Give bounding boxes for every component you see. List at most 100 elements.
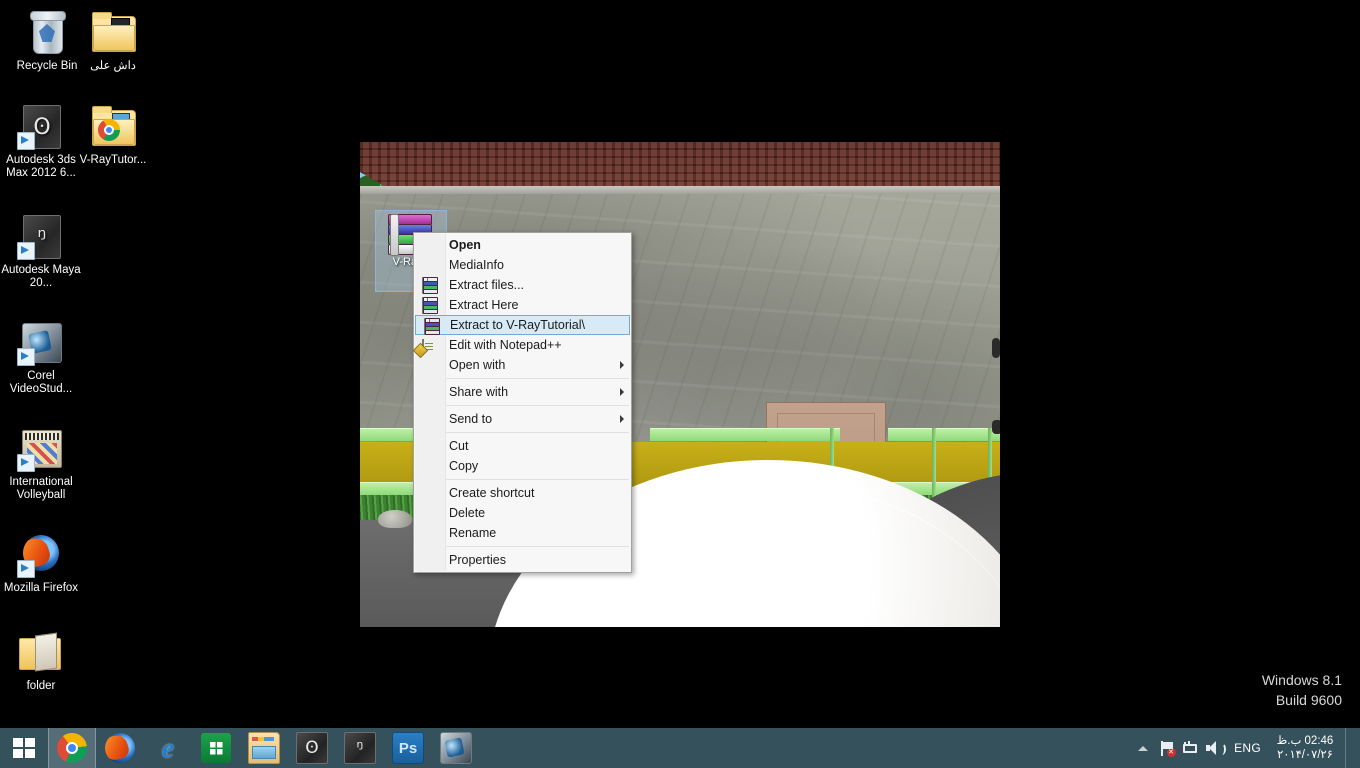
- menu-item-label: Copy: [449, 459, 479, 473]
- menu-item-label: Cut: [449, 439, 469, 453]
- menu-separator: [446, 378, 629, 379]
- menu-item-label: Open: [449, 238, 481, 252]
- shortcut-arrow-icon: [17, 560, 35, 578]
- menu-item-label: Rename: [449, 526, 497, 540]
- show-desktop-button[interactable]: [1345, 728, 1354, 768]
- taskbar-button-internet-explorer[interactable]: e: [144, 728, 192, 768]
- international-volleyball-icon: [17, 424, 65, 472]
- submenu-arrow-icon: [620, 361, 624, 369]
- taskbar-button-windows-store[interactable]: [192, 728, 240, 768]
- action-center-flag-icon: ✕: [1159, 740, 1176, 757]
- shortcut-arrow-icon: [17, 454, 35, 472]
- network-button[interactable]: [1178, 728, 1202, 768]
- autodesk-3ds-max-icon: ʘ: [296, 732, 328, 764]
- winrar-icon: [422, 297, 438, 314]
- windows-activation-watermark: Windows 8.1 Build 9600: [1262, 670, 1342, 710]
- menu-item-send-to[interactable]: Send to: [414, 409, 631, 429]
- desktop-icon-label: V-RayTutor...: [79, 154, 147, 166]
- firefox-icon: [105, 733, 135, 763]
- desktop-icon-folder[interactable]: folder: [0, 628, 84, 693]
- menu-item-open[interactable]: Open: [414, 235, 631, 255]
- menu-item-cut[interactable]: Cut: [414, 436, 631, 456]
- menu-item-label: Create shortcut: [449, 486, 535, 500]
- menu-item-share-with[interactable]: Share with: [414, 382, 631, 402]
- menu-item-label: Send to: [449, 412, 493, 426]
- store-icon: [201, 733, 231, 763]
- menu-item-label: MediaInfo: [449, 258, 504, 272]
- folder-icon: [89, 102, 137, 150]
- submenu-arrow-icon: [620, 388, 624, 396]
- volume-icon: [1205, 741, 1226, 755]
- recycle-bin-icon: [23, 8, 71, 56]
- internet-explorer-icon: e: [162, 732, 174, 763]
- file-explorer-icon: [248, 732, 280, 764]
- taskbar-button-adobe-photoshop[interactable]: Ps: [384, 728, 432, 768]
- show-hidden-icons-button[interactable]: [1132, 728, 1154, 768]
- action-center-button[interactable]: ✕: [1154, 728, 1178, 768]
- menu-item-label: Extract files...: [449, 278, 525, 292]
- menu-separator: [446, 432, 629, 433]
- folder-icon: [89, 8, 137, 56]
- clock[interactable]: 02:46 ب.ظ ۲۰۱۴/۰۷/۲۶: [1269, 734, 1345, 762]
- desktop-icon-autodesk-maya[interactable]: ᵑ Autodesk Maya 20...: [0, 212, 84, 290]
- desktop-icon-mozilla-firefox[interactable]: Mozilla Firefox: [0, 530, 84, 595]
- windows-logo-icon: [13, 738, 35, 758]
- menu-item-label: Extract Here: [449, 298, 519, 312]
- taskbar-button-autodesk-3ds-max[interactable]: ʘ: [288, 728, 336, 768]
- menu-item-edit-with-notepad-plus-plus[interactable]: Edit with Notepad++: [414, 335, 631, 355]
- corel-videostudio-icon: [17, 318, 65, 366]
- clock-date: ۲۰۱۴/۰۷/۲۶: [1277, 749, 1333, 761]
- autodesk-3ds-max-icon: ʘ: [17, 102, 65, 150]
- desktop-icon-label: Mozilla Firefox: [3, 582, 79, 594]
- start-button[interactable]: [0, 728, 48, 768]
- menu-item-label: Delete: [449, 506, 486, 520]
- taskbar[interactable]: e ʘ ᵑ Ps ✕ ENG 02:46 ب.ظ ۲۰۱۴/۰۷/۲۶: [0, 728, 1360, 768]
- open-folder-icon: [17, 628, 65, 676]
- menu-item-copy[interactable]: Copy: [414, 456, 631, 476]
- menu-item-open-with[interactable]: Open with: [414, 355, 631, 375]
- desktop-icon-label: folder: [26, 680, 56, 692]
- taskbar-button-corel-videostudio[interactable]: [432, 728, 480, 768]
- autodesk-maya-icon: ᵑ: [344, 732, 376, 764]
- watermark-line-2: Build 9600: [1275, 692, 1342, 708]
- menu-item-rename[interactable]: Rename: [414, 523, 631, 543]
- desktop-icon-international-volleyball[interactable]: International Volleyball: [0, 424, 84, 502]
- desktop-icon-dash-ali-folder[interactable]: داش على: [70, 8, 156, 73]
- desktop[interactable]: Recycle Bin داش على ʘ Autodesk 3ds Max 2…: [0, 0, 1360, 768]
- language-indicator[interactable]: ENG: [1226, 741, 1269, 755]
- menu-separator: [446, 546, 629, 547]
- corel-videostudio-icon: [440, 732, 472, 764]
- photoshop-icon: Ps: [392, 732, 424, 764]
- taskbar-button-autodesk-maya[interactable]: ᵑ: [336, 728, 384, 768]
- desktop-icon-corel-videostudio[interactable]: Corel VideoStud...: [0, 318, 84, 396]
- network-icon: [1182, 741, 1198, 755]
- menu-item-label: Extract to V-RayTutorial\: [450, 318, 585, 332]
- chrome-icon: [57, 733, 87, 763]
- menu-item-extract-files[interactable]: Extract files...: [414, 275, 631, 295]
- context-menu[interactable]: Open MediaInfo Extract files... Extract …: [413, 232, 632, 573]
- notepad-plus-plus-icon: [422, 337, 438, 355]
- menu-item-extract-to-folder[interactable]: Extract to V-RayTutorial\: [415, 315, 630, 335]
- menu-item-delete[interactable]: Delete: [414, 503, 631, 523]
- desktop-icon-label: Autodesk Maya 20...: [1, 264, 81, 289]
- menu-item-properties[interactable]: Properties: [414, 550, 631, 570]
- autodesk-maya-icon: ᵑ: [17, 212, 65, 260]
- menu-item-label: Edit with Notepad++: [449, 338, 562, 352]
- desktop-icon-label: Corel VideoStud...: [9, 370, 73, 395]
- menu-item-label: Properties: [449, 553, 506, 567]
- menu-item-mediainfo[interactable]: MediaInfo: [414, 255, 631, 275]
- menu-separator: [446, 405, 629, 406]
- taskbar-button-mozilla-firefox[interactable]: [96, 728, 144, 768]
- volume-button[interactable]: [1202, 728, 1226, 768]
- taskbar-button-file-explorer[interactable]: [240, 728, 288, 768]
- winrar-icon: [424, 318, 440, 335]
- desktop-icon-label: داش على: [90, 60, 136, 72]
- system-tray[interactable]: ✕ ENG 02:46 ب.ظ ۲۰۱۴/۰۷/۲۶: [1132, 728, 1360, 768]
- mozilla-firefox-icon: [17, 530, 65, 578]
- menu-item-extract-here[interactable]: Extract Here: [414, 295, 631, 315]
- action-center-error-badge: ✕: [1166, 747, 1176, 757]
- menu-item-create-shortcut[interactable]: Create shortcut: [414, 483, 631, 503]
- desktop-icon-vray-tutorial-folder[interactable]: V-RayTutor...: [70, 102, 156, 167]
- menu-separator: [446, 479, 629, 480]
- taskbar-button-google-chrome[interactable]: [48, 728, 96, 768]
